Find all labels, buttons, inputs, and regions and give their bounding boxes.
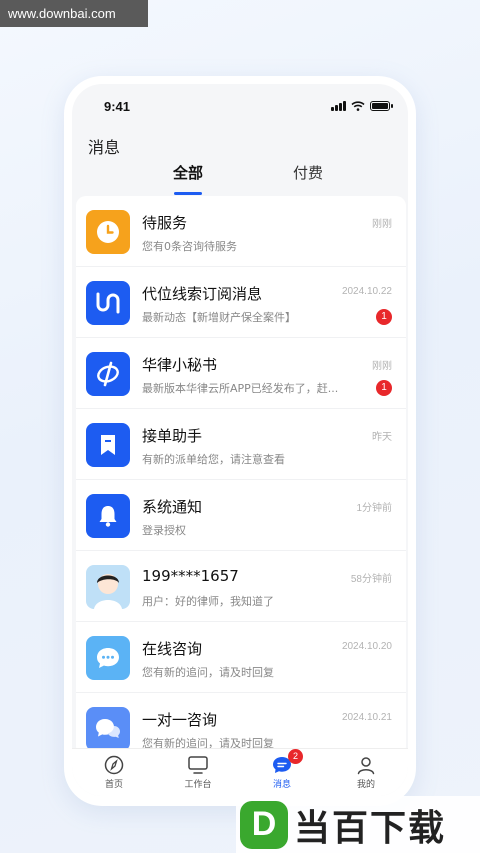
list-item[interactable]: 一对一咨询 您有新的追问，请及时回复 2024.10.21 [76,693,406,756]
tabbar-label: 首页 [104,780,123,790]
tabbar-messages[interactable]: 消息 2 [240,749,324,796]
bottom-tabbar: 首页 工作台 消息 2 我的 [72,748,408,796]
hualv-logo-icon [86,352,130,396]
page-title: 消息 [88,138,121,157]
list-item[interactable]: 华律小秘书 最新版本华律云所APP已经发布了，赶... 刚刚 1 [76,338,406,409]
brand-watermark: D 当百下载 [236,796,480,853]
item-time: 1分钟前 [356,503,392,514]
person-icon [357,757,375,775]
unread-badge: 1 [376,380,392,396]
status-bar: 9:41 [72,84,408,128]
item-name: 华律小秘书 [142,356,218,374]
item-preview: 用户：好的律师，我知道了 [142,595,274,608]
tabbar-home[interactable]: 首页 [72,749,156,796]
tab-indicator [174,192,202,195]
clock-icon [86,210,130,254]
list-item[interactable]: 在线咨询 您有新的追问，请及时回复 2024.10.20 [76,622,406,693]
message-tabs: 全部 付费 [72,162,408,198]
list-item[interactable]: 接单助手 有新的派单给您，请注意查看 昨天 [76,409,406,480]
tabbar-badge: 2 [288,749,303,764]
bell-icon [86,494,130,538]
item-time: 刚刚 [372,219,392,230]
item-preview: 最新动态【新增财产保全案件】 [142,311,296,324]
tab-paid[interactable]: 付费 [278,162,338,183]
chat-bubble-icon [86,636,130,680]
status-icons [331,101,393,111]
item-preview: 有新的派单给您，请注意查看 [142,453,285,466]
phone-screen: 9:41 消息 全部 付费 待服务 您有0条咨询待服务 刚刚 代位线索订阅消息 … [72,84,408,796]
item-time: 2024.10.22 [341,286,392,297]
item-preview: 登录授权 [142,524,186,537]
item-preview: 您有新的追问，请及时回复 [142,666,274,679]
brand-name: 当百下载 [294,807,447,849]
item-name: 代位线索订阅消息 [142,285,263,303]
item-name: 系统通知 [142,498,203,516]
battery-icon [370,101,393,111]
item-time: 刚刚 [372,361,392,372]
signal-icon [331,101,346,111]
tab-all[interactable]: 全部 [158,162,218,183]
list-item[interactable]: 代位线索订阅消息 最新动态【新增财产保全案件】 2024.10.22 1 [76,267,406,338]
item-time: 58分钟前 [350,574,392,585]
item-name: 199****1657 [142,567,239,585]
list-item[interactable]: 系统通知 登录授权 1分钟前 [76,480,406,551]
subscription-logo-icon [86,281,130,325]
message-list: 待服务 您有0条咨询待服务 刚刚 代位线索订阅消息 最新动态【新增财产保全案件】… [76,196,406,756]
item-preview: 最新版本华律云所APP已经发布了，赶... [142,382,339,395]
wifi-icon [351,101,365,111]
tabbar-label: 工作台 [184,780,212,790]
item-preview: 您有0条咨询待服务 [142,240,237,253]
item-name: 在线咨询 [142,640,203,658]
chat-bubbles-icon [86,707,130,751]
item-name: 待服务 [142,214,188,232]
item-time: 2024.10.21 [341,712,392,723]
list-item[interactable]: 199****1657 用户：好的律师，我知道了 58分钟前 [76,551,406,622]
brand-logo-icon: D [240,800,288,849]
bookmark-icon [86,423,130,467]
unread-badge: 1 [376,309,392,325]
status-time: 9:41 [104,98,131,114]
tabbar-profile[interactable]: 我的 [324,749,408,796]
item-time: 2024.10.20 [341,641,392,652]
list-item[interactable]: 待服务 您有0条咨询待服务 刚刚 [76,196,406,267]
item-time: 昨天 [372,432,392,443]
monitor-icon [188,756,208,774]
tabbar-label: 我的 [356,780,375,790]
item-name: 一对一咨询 [142,711,218,729]
tabbar-label: 消息 [272,780,291,790]
tabbar-workbench[interactable]: 工作台 [156,749,240,796]
user-avatar [86,565,130,609]
item-name: 接单助手 [142,427,203,445]
compass-icon [104,755,124,775]
site-watermark: www.downbai.com [0,0,148,27]
